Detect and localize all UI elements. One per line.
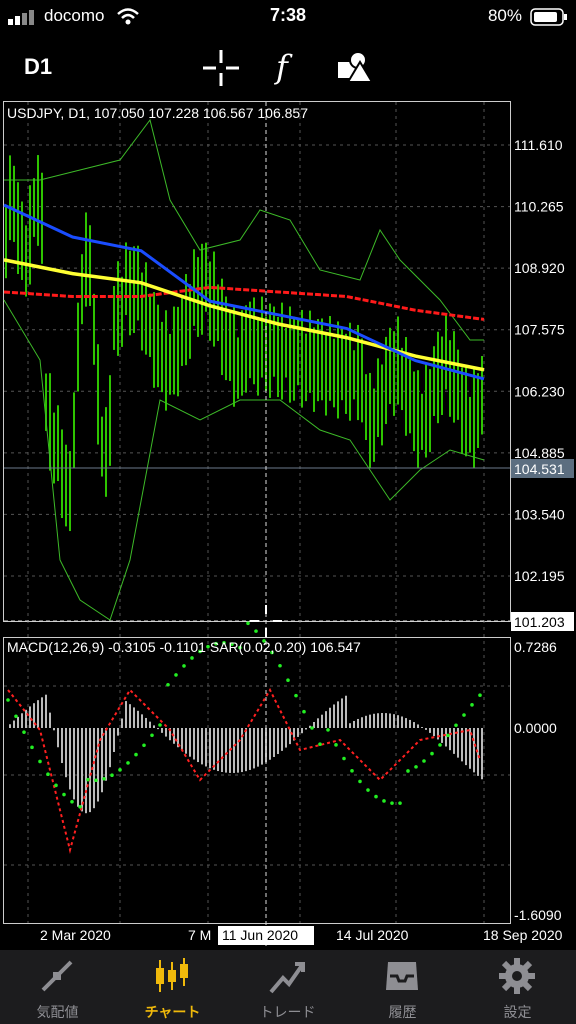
chart-header: USDJPY, D1, 107.050 107.228 106.567 106.… bbox=[7, 105, 308, 121]
sar-dot bbox=[22, 730, 26, 734]
sar-dot bbox=[454, 723, 458, 728]
price-level-label: 111.610 bbox=[514, 137, 563, 153]
sar-dot bbox=[430, 751, 434, 756]
price-level-label: 107.575 bbox=[514, 322, 565, 338]
sar-dot bbox=[166, 682, 170, 687]
sar-dot bbox=[54, 783, 58, 788]
macd-level-bottom: -1.6090 bbox=[514, 907, 562, 923]
tab-quotes[interactable]: 気配値 bbox=[0, 950, 115, 1024]
current-price-label: 104.531 bbox=[514, 461, 565, 477]
sar-dot bbox=[94, 778, 98, 783]
tab-history[interactable]: 履歴 bbox=[345, 950, 460, 1024]
date-label-sep: 18 Sep 2020 bbox=[483, 927, 563, 943]
price-level-label: 108.920 bbox=[514, 260, 565, 276]
date-label-may: 7 M bbox=[188, 927, 211, 943]
sar-dot bbox=[38, 759, 42, 764]
sar-dot bbox=[446, 733, 450, 738]
sar-dot bbox=[46, 772, 50, 777]
sar-dot bbox=[246, 621, 250, 626]
sar-dot bbox=[6, 698, 10, 702]
sar-dot bbox=[118, 768, 122, 772]
battery-percent: 80% bbox=[487, 6, 522, 25]
objects-icon[interactable] bbox=[336, 50, 372, 84]
trade-icon bbox=[269, 962, 305, 994]
tab-chart[interactable]: チャート bbox=[115, 950, 230, 1024]
sar-dot bbox=[390, 801, 394, 805]
function-icon[interactable]: f bbox=[274, 48, 302, 86]
sar-dot bbox=[470, 703, 474, 707]
quotes-icon bbox=[41, 960, 73, 992]
status-bar: docomo 7:38 80% bbox=[0, 0, 576, 34]
history-icon bbox=[386, 962, 418, 990]
sar-dot bbox=[142, 743, 146, 748]
sar-dot bbox=[278, 663, 282, 668]
sar-dot bbox=[150, 733, 154, 738]
macd-level-top: 0.7286 bbox=[514, 639, 557, 655]
crosshair-icon[interactable] bbox=[203, 50, 239, 86]
sar-dot bbox=[342, 756, 346, 761]
sar-dot bbox=[438, 743, 442, 747]
tab-label: チャート bbox=[144, 1004, 201, 1020]
sar-dot bbox=[398, 801, 402, 805]
sar-dot bbox=[126, 761, 130, 765]
tab-label: トレード bbox=[259, 1004, 316, 1020]
sar-dot bbox=[478, 693, 482, 698]
sar-dot bbox=[174, 673, 178, 677]
tab-label: 設定 bbox=[503, 1004, 532, 1020]
sar-dot bbox=[406, 769, 410, 773]
price-level-label: 106.230 bbox=[514, 383, 565, 399]
macd-level-zero: 0.0000 bbox=[514, 720, 557, 736]
sar-dot bbox=[334, 743, 338, 747]
sar-dot bbox=[70, 799, 74, 804]
sar-dot bbox=[302, 709, 306, 714]
sar-dot bbox=[134, 752, 138, 757]
price-level-label: 102.195 bbox=[514, 568, 565, 584]
tab-bar: 気配値 チャート トレード 履歴 設定 bbox=[0, 950, 576, 1024]
sar-dot bbox=[358, 779, 362, 784]
macd-header: MACD(12,26,9) -0.3105 -0.1101 SAR(0.02,0… bbox=[7, 639, 361, 655]
sar-dot bbox=[190, 656, 194, 660]
settings-icon bbox=[499, 958, 535, 994]
chart-icon bbox=[156, 958, 188, 992]
date-label-jul: 14 Jul 2020 bbox=[336, 927, 409, 943]
crosshair-price-label: 101.203 bbox=[514, 614, 565, 630]
sar-dot bbox=[14, 714, 18, 719]
sar-dot bbox=[182, 664, 186, 668]
sar-dot bbox=[326, 728, 330, 732]
battery-icon bbox=[530, 8, 567, 26]
chart-toolbar: D1 f bbox=[0, 34, 576, 98]
sar-dot bbox=[366, 788, 370, 792]
sar-dot bbox=[102, 776, 106, 781]
price-level-label: 104.885 bbox=[514, 445, 565, 461]
sar-dot bbox=[78, 804, 82, 809]
sar-dot bbox=[422, 759, 426, 763]
sar-dot bbox=[254, 629, 258, 633]
sar-dot bbox=[86, 777, 90, 782]
sar-dot bbox=[414, 765, 418, 769]
date-label-mar: 2 Mar 2020 bbox=[40, 927, 111, 943]
timeframe-button[interactable]: D1 bbox=[24, 54, 52, 80]
tab-trade[interactable]: トレード bbox=[230, 950, 345, 1024]
sar-dot bbox=[310, 726, 314, 730]
price-level-label: 103.540 bbox=[514, 506, 565, 522]
sar-dot bbox=[462, 713, 466, 717]
sar-dot bbox=[286, 678, 290, 683]
tab-settings[interactable]: 設定 bbox=[460, 950, 575, 1024]
sar-dot bbox=[30, 745, 34, 750]
sar-dot bbox=[158, 723, 162, 727]
sar-dot bbox=[350, 769, 354, 773]
tab-label: 気配値 bbox=[36, 1004, 79, 1020]
sar-dot bbox=[62, 792, 66, 797]
sar-dot bbox=[110, 773, 114, 778]
price-chart[interactable]: USDJPY, D1, 107.050 107.228 106.567 106.… bbox=[0, 98, 576, 948]
tab-label: 履歴 bbox=[388, 1004, 417, 1020]
sar-dot bbox=[294, 693, 298, 698]
svg-text:f: f bbox=[274, 48, 293, 86]
crosshair-date-label: 11 Jun 2020 bbox=[222, 927, 298, 943]
price-level-label: 110.265 bbox=[514, 199, 564, 215]
sar-dot bbox=[318, 742, 322, 747]
sar-dot bbox=[382, 799, 386, 803]
sar-dot bbox=[374, 794, 378, 799]
